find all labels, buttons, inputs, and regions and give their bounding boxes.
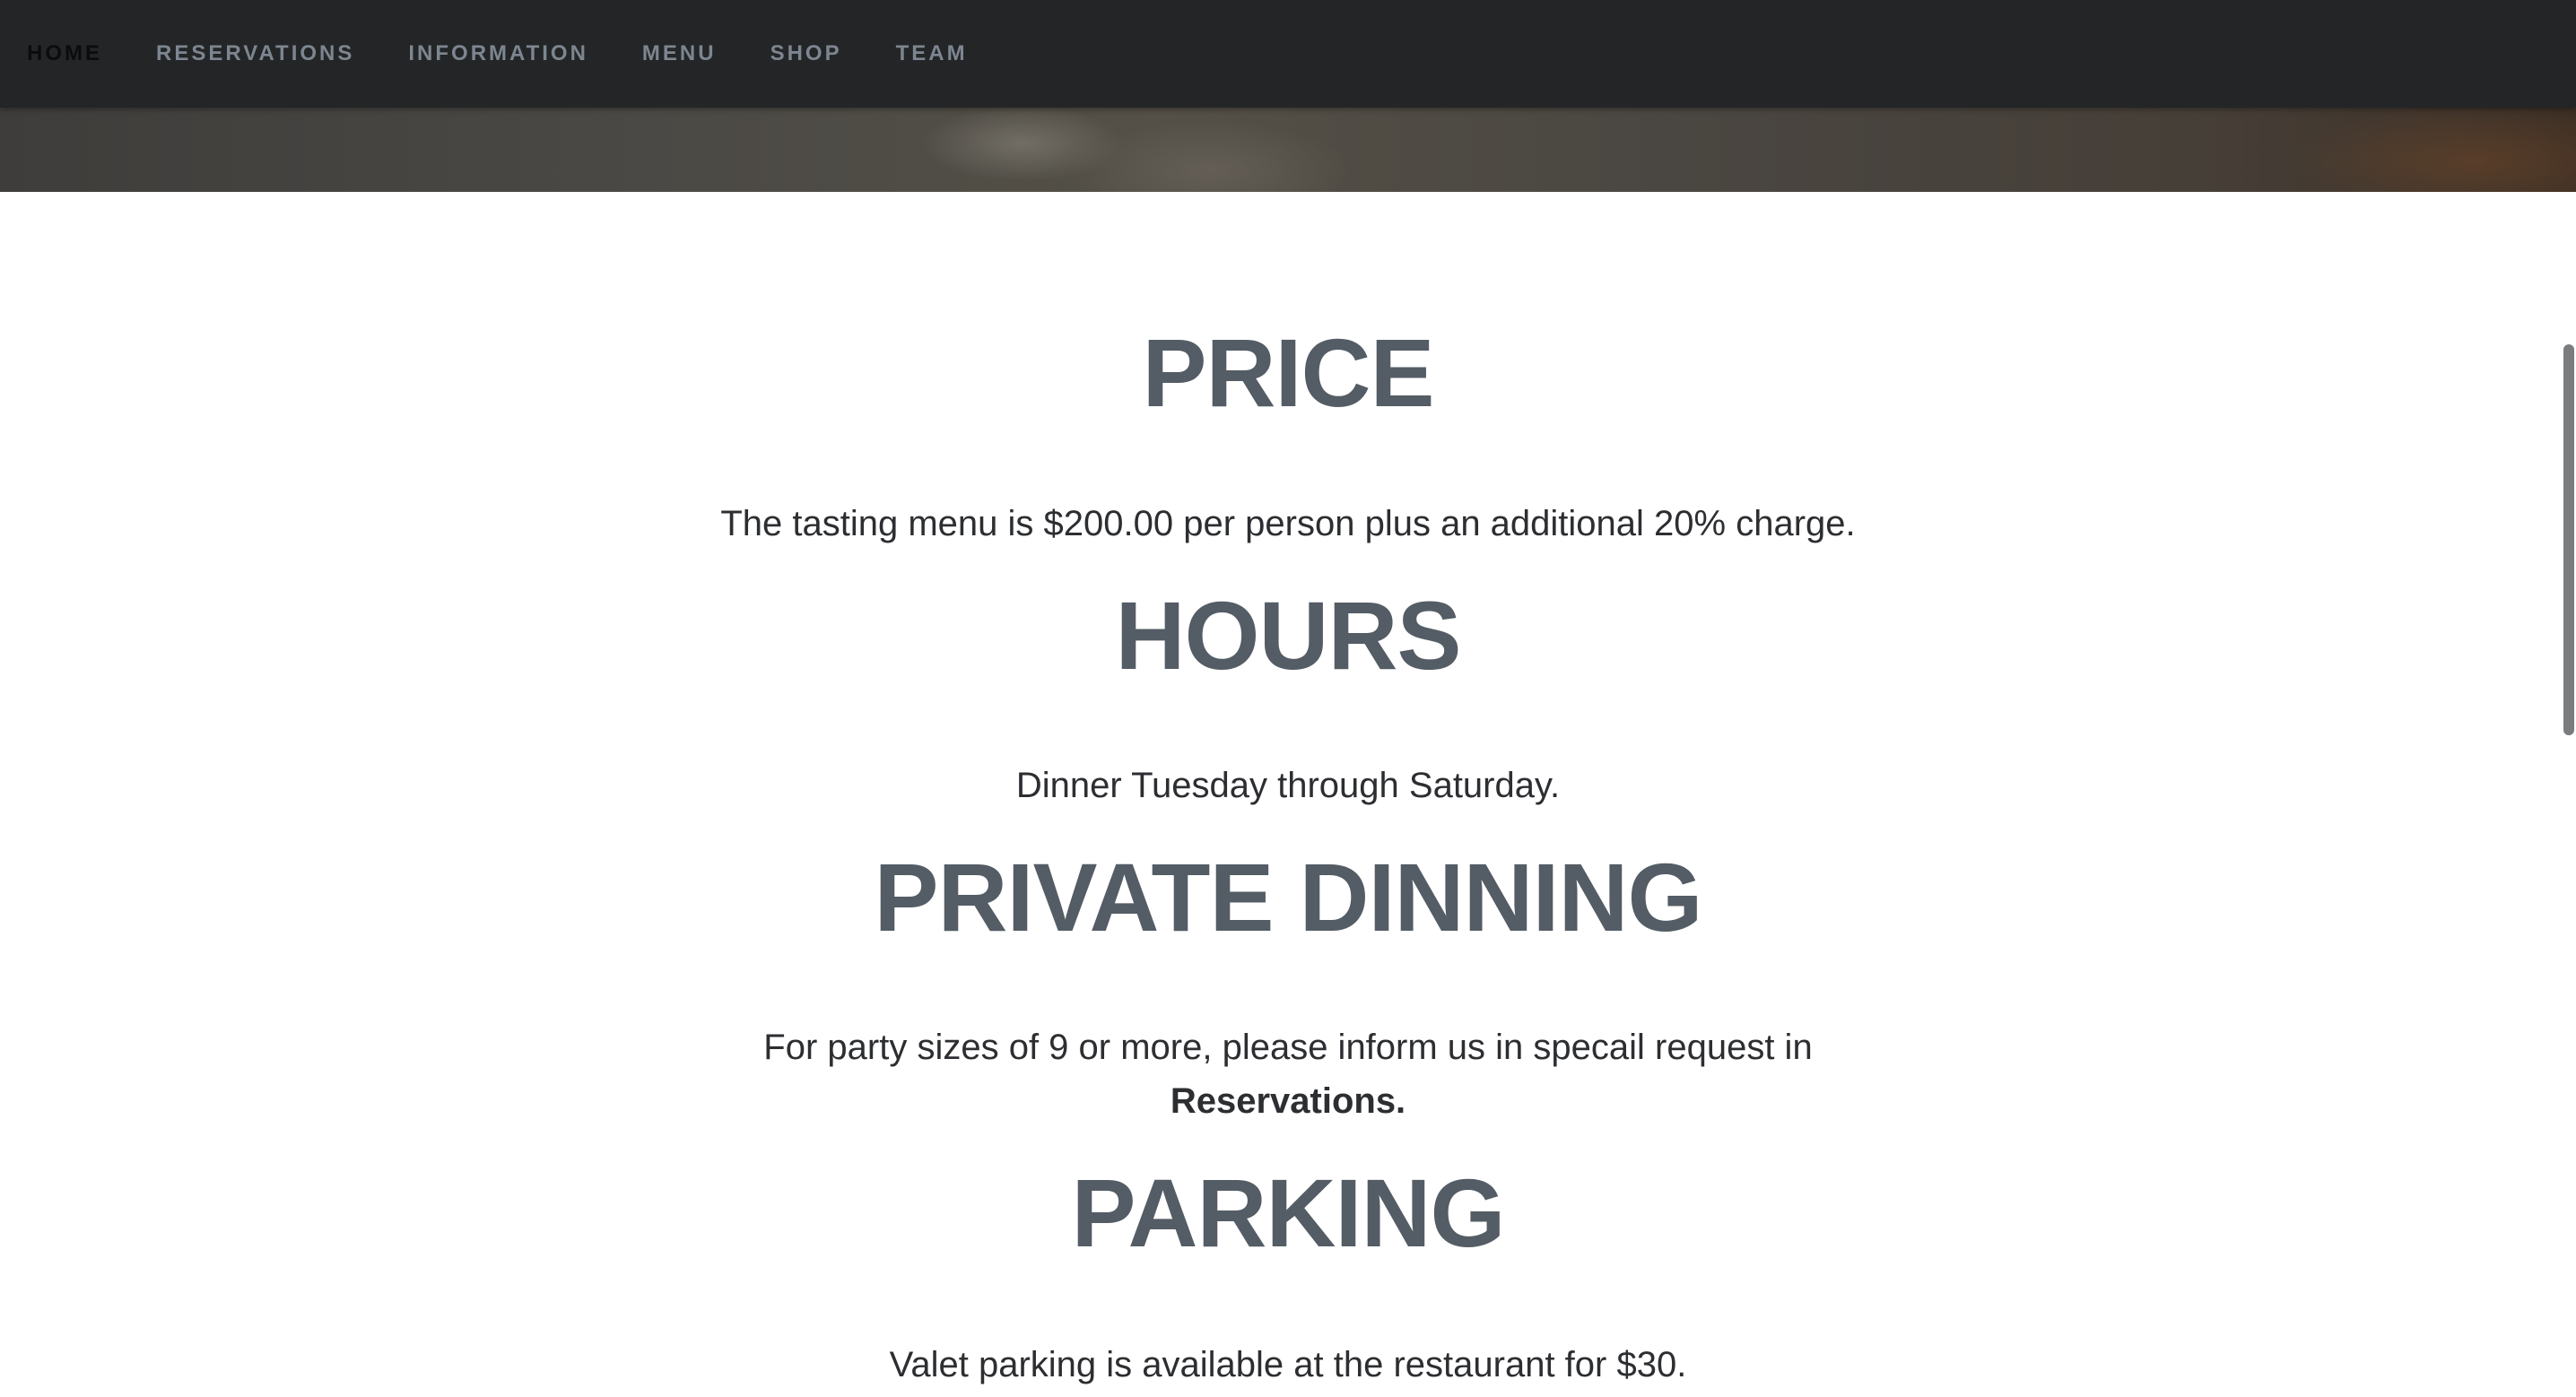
parking-text: Valet parking is available at the restau… bbox=[889, 1345, 1687, 1384]
vertical-scrollbar-thumb[interactable] bbox=[2563, 344, 2574, 735]
nav-menu[interactable]: MENU bbox=[642, 41, 717, 66]
private-dining-text-body: For party sizes of 9 or more, please inf… bbox=[763, 1028, 1813, 1067]
hours-heading: HOURS bbox=[1115, 581, 1461, 690]
hero-image-strip bbox=[0, 108, 2576, 192]
reservations-link[interactable]: Reservations. bbox=[1171, 1081, 1405, 1121]
hours-text: Dinner Tuesday through Saturday. bbox=[1015, 766, 1561, 805]
private-dining-heading: PRIVATE DINNING bbox=[874, 843, 1702, 951]
top-navbar: HOME RESERVATIONS INFORMATION MENU SHOP … bbox=[0, 0, 2576, 108]
nav-reservations[interactable]: RESERVATIONS bbox=[156, 41, 354, 66]
nav-home[interactable]: HOME bbox=[27, 41, 102, 66]
nav-shop[interactable]: SHOP bbox=[770, 41, 842, 66]
nav-team[interactable]: TEAM bbox=[896, 41, 968, 66]
price-text: The tasting menu is $200.00 per person p… bbox=[720, 504, 1856, 543]
nav-information[interactable]: INFORMATION bbox=[408, 41, 588, 66]
price-heading: PRICE bbox=[1142, 318, 1434, 427]
private-dining-text: For party sizes of 9 or more, please inf… bbox=[0, 1020, 2576, 1128]
parking-heading: PARKING bbox=[1071, 1158, 1505, 1267]
